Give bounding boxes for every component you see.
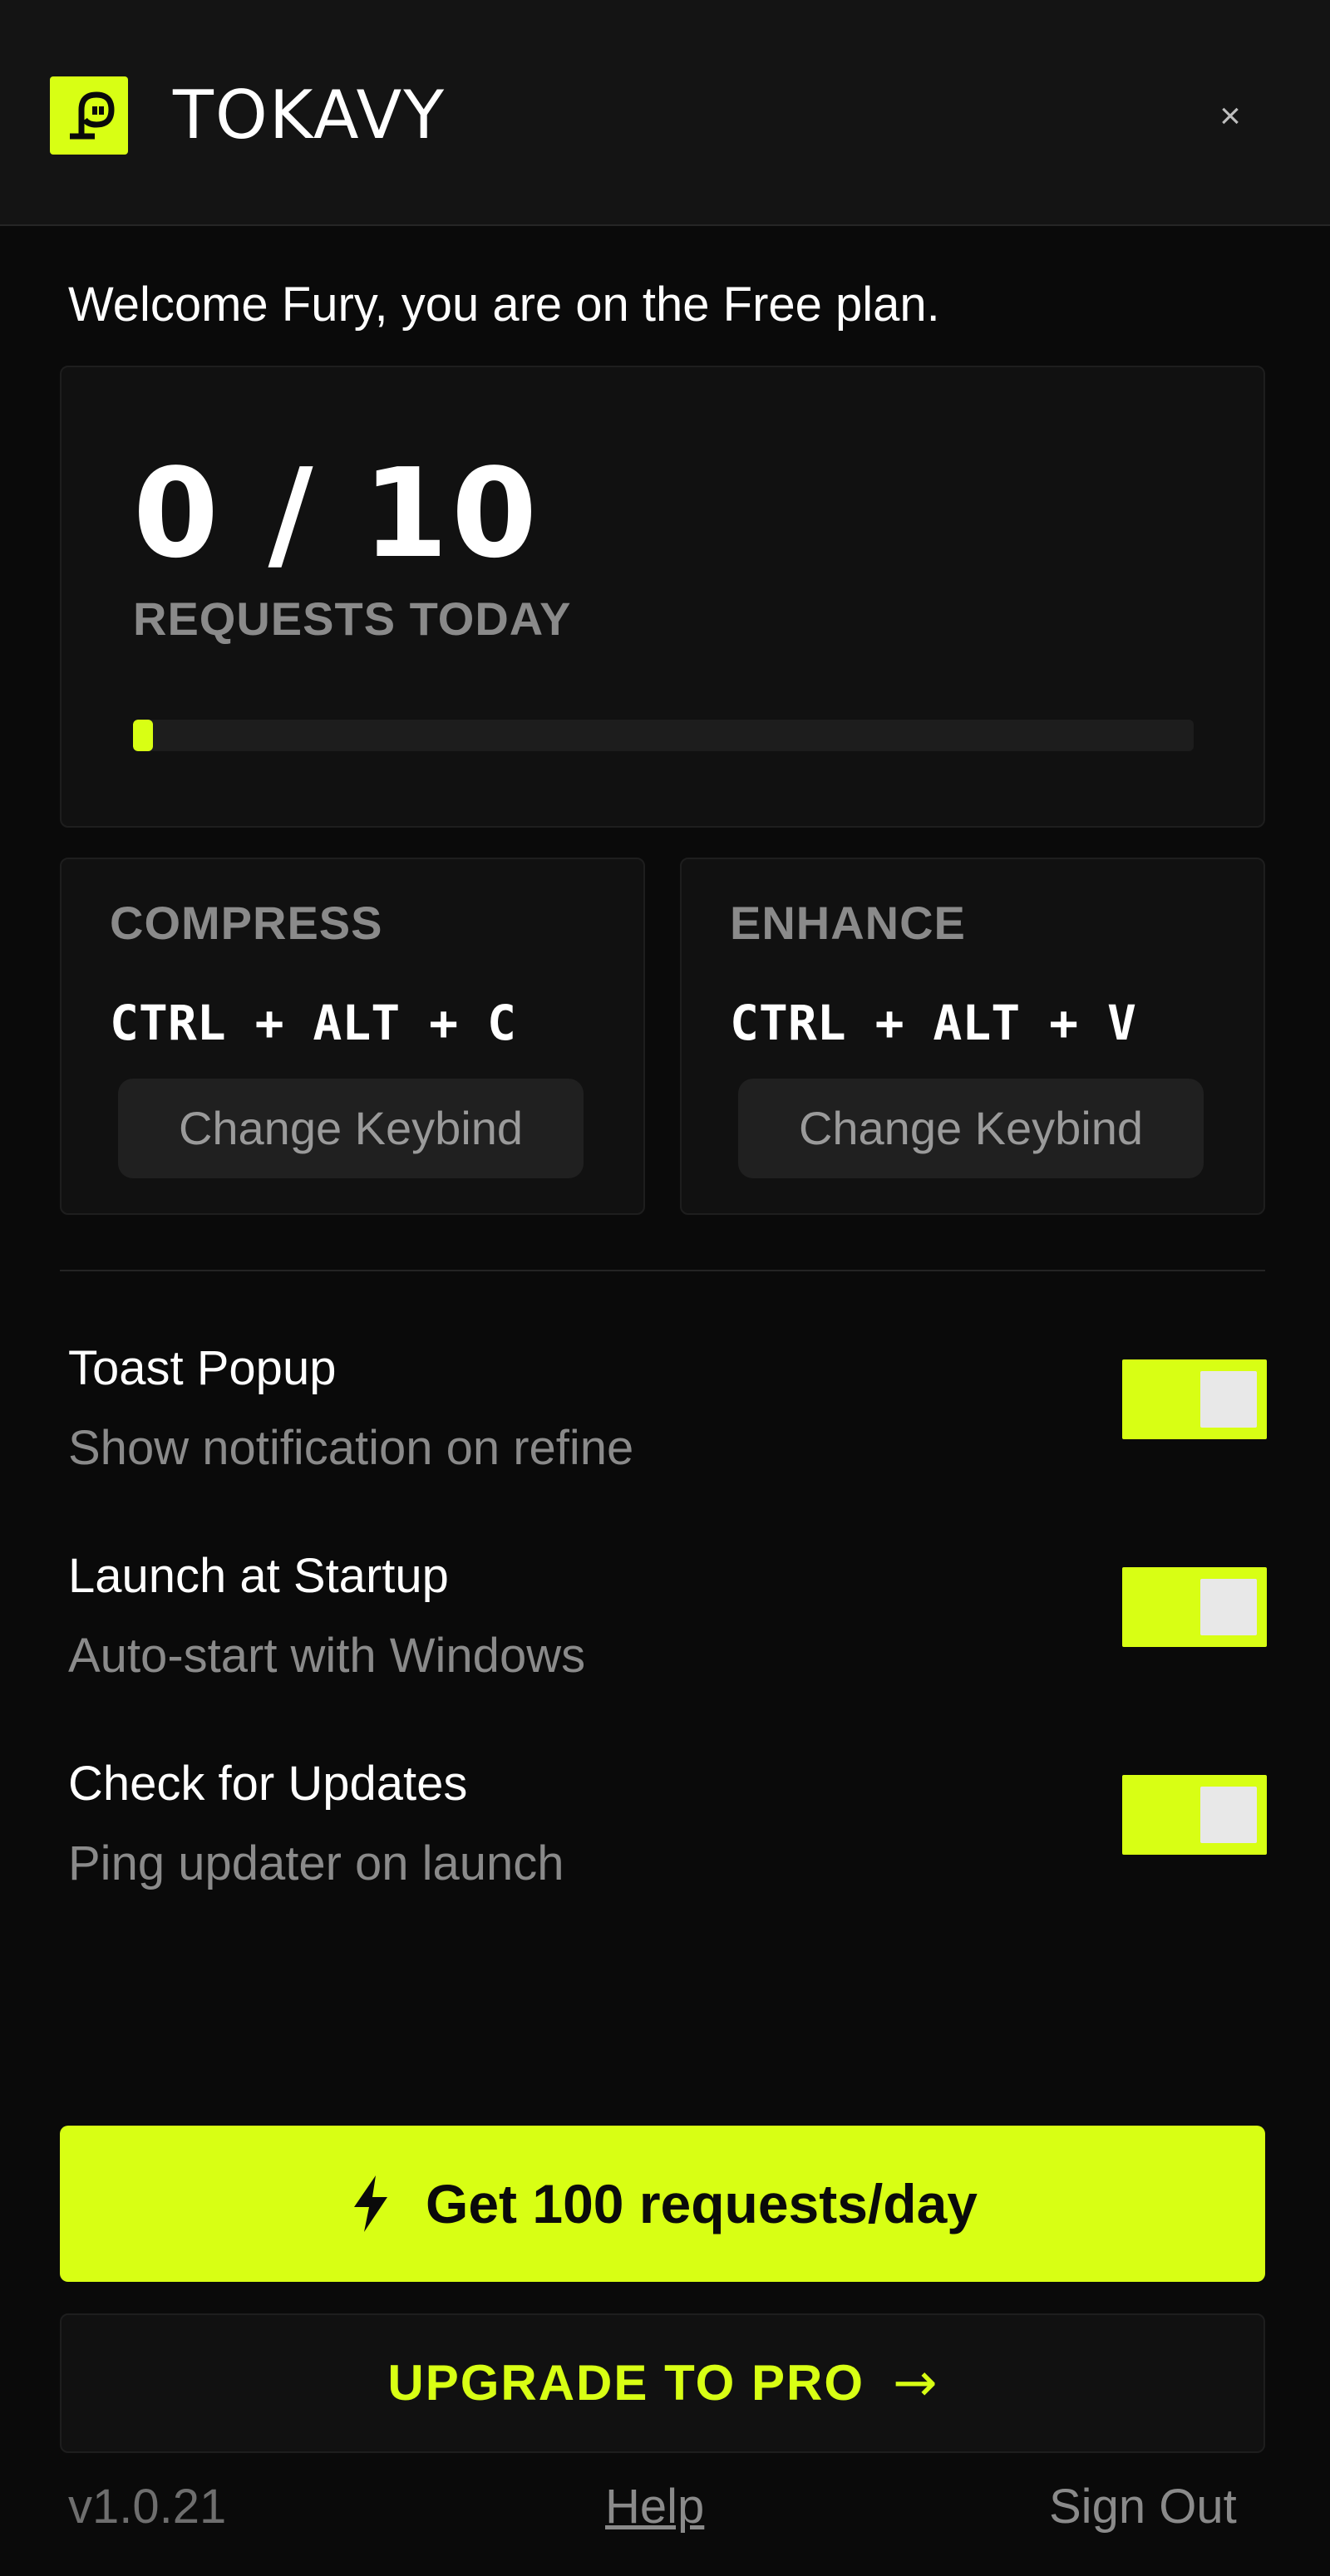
compress-keybind-card: COMPRESS CTRL + ALT + C Change Keybind <box>60 858 645 1215</box>
setting-description: Auto-start with Windows <box>68 1629 586 1683</box>
setting-check-for-updates: Check for Updates Ping updater on launch <box>68 1755 1267 1913</box>
arrow-right-icon: → <box>893 2352 938 2414</box>
title-bar: TOKAVY × <box>0 0 1330 226</box>
enhance-title: ENHANCE <box>730 897 966 949</box>
usage-progress-bar <box>133 720 1194 751</box>
get-more-requests-label: Get 100 requests/day <box>426 2173 978 2234</box>
enhance-keybind-card: ENHANCE CTRL + ALT + V Change Keybind <box>680 858 1265 1215</box>
welcome-message: Welcome Fury, you are on the Free plan. <box>68 278 940 332</box>
toggle-knob <box>1200 1787 1257 1843</box>
check-for-updates-toggle[interactable] <box>1122 1775 1267 1855</box>
toast-popup-toggle[interactable] <box>1122 1359 1267 1439</box>
compress-change-keybind-button[interactable]: Change Keybind <box>118 1079 584 1178</box>
setting-description: Show notification on refine <box>68 1421 634 1475</box>
usage-label: REQUESTS TODAY <box>133 592 572 645</box>
compress-keybind-combo: CTRL + ALT + C <box>110 995 516 1051</box>
compress-title: COMPRESS <box>110 897 383 949</box>
version-label: v1.0.21 <box>68 2480 227 2534</box>
enhance-keybind-combo: CTRL + ALT + V <box>730 995 1136 1051</box>
app-title: TOKAVY <box>173 76 446 154</box>
sign-out-link[interactable]: Sign Out <box>1049 2478 1237 2536</box>
setting-title: Check for Updates <box>68 1757 468 1811</box>
usage-card: 0 / 10 REQUESTS TODAY <box>60 366 1265 828</box>
usage-count: 0 / 10 <box>133 442 541 585</box>
toggle-knob <box>1200 1579 1257 1635</box>
close-button[interactable]: × <box>1210 91 1250 141</box>
toggle-knob <box>1200 1371 1257 1428</box>
setting-title: Toast Popup <box>68 1341 337 1395</box>
tokavy-logo-icon <box>50 76 128 155</box>
setting-toast-popup: Toast Popup Show notification on refine <box>68 1340 1267 1497</box>
upgrade-to-pro-label: UPGRADE TO PRO <box>387 2355 864 2411</box>
setting-launch-at-startup: Launch at Startup Auto-start with Window… <box>68 1547 1267 1705</box>
lightning-bolt-icon <box>354 2175 387 2232</box>
usage-progress-fill <box>133 720 153 751</box>
upgrade-to-pro-button[interactable]: UPGRADE TO PRO → <box>60 2313 1265 2453</box>
setting-description: Ping updater on launch <box>68 1836 564 1890</box>
setting-title: Launch at Startup <box>68 1549 449 1603</box>
help-link[interactable]: Help <box>605 2478 704 2536</box>
launch-at-startup-toggle[interactable] <box>1122 1567 1267 1647</box>
get-more-requests-button[interactable]: Get 100 requests/day <box>60 2126 1265 2282</box>
section-divider <box>60 1270 1265 1271</box>
enhance-change-keybind-button[interactable]: Change Keybind <box>738 1079 1204 1178</box>
